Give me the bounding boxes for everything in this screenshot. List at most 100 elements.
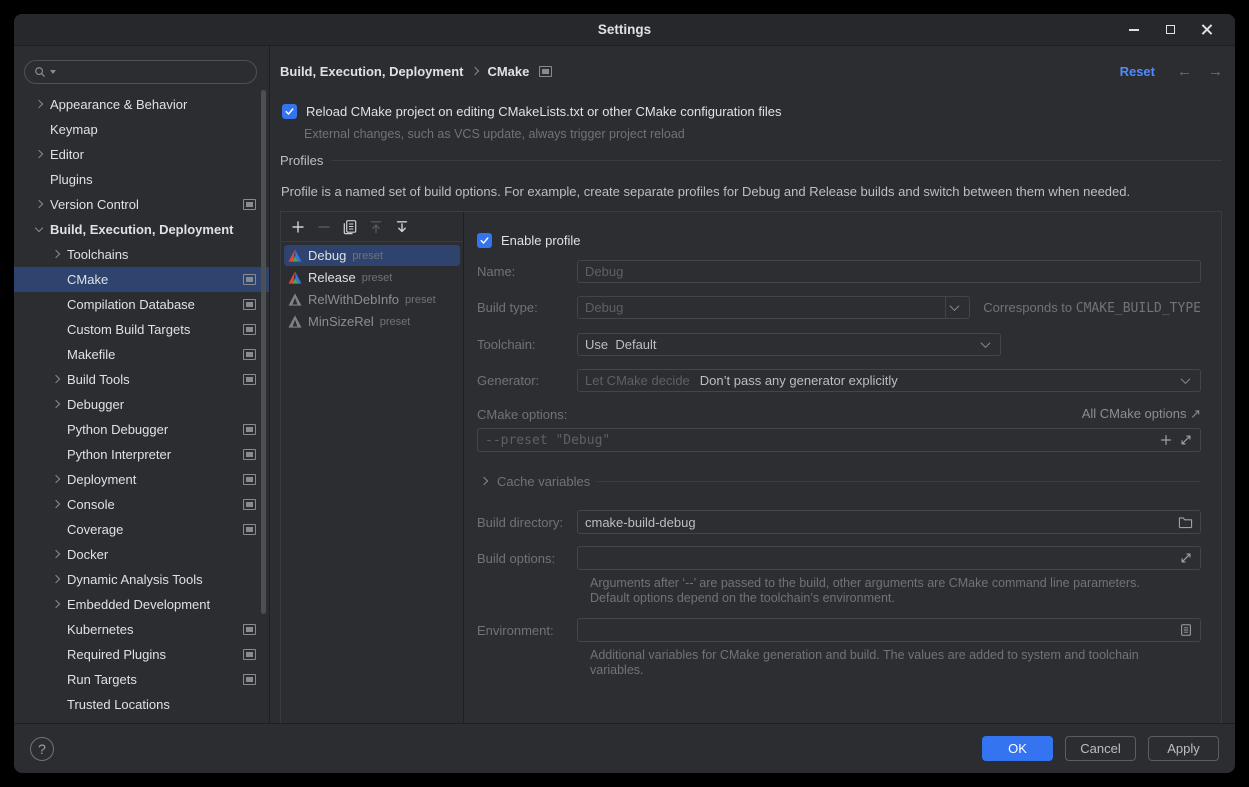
add-icon[interactable]	[287, 216, 309, 238]
sidebar-item-debugger[interactable]: Debugger	[14, 392, 269, 417]
sidebar-item-toolchains[interactable]: Toolchains	[14, 242, 269, 267]
chevron-right-icon[interactable]	[32, 98, 46, 112]
reset-link[interactable]: Reset	[1120, 64, 1155, 79]
close-button[interactable]	[1195, 19, 1217, 41]
sidebar-item-build-execution-deployment[interactable]: Build, Execution, Deployment	[14, 217, 269, 242]
apply-button[interactable]: Apply	[1148, 736, 1219, 761]
chevron-right-icon[interactable]	[32, 198, 46, 212]
search-options-caret-icon[interactable]	[50, 70, 56, 74]
move-down-icon[interactable]	[391, 216, 413, 238]
reload-cmake-label: Reload CMake project on editing CMakeLis…	[306, 104, 781, 119]
remove-icon[interactable]	[313, 216, 335, 238]
reload-cmake-checkbox-row[interactable]: Reload CMake project on editing CMakeLis…	[282, 104, 781, 119]
sidebar-item-python-debugger[interactable]: Python Debugger	[14, 417, 269, 442]
sidebar-item-keymap[interactable]: Keymap	[14, 117, 269, 142]
sidebar-item-version-control[interactable]: Version Control	[14, 192, 269, 217]
copy-icon[interactable]	[339, 216, 361, 238]
chevron-right-icon[interactable]	[49, 473, 63, 487]
ok-button[interactable]: OK	[982, 736, 1053, 761]
generator-select[interactable]: Let CMake decide Don’t pass any generato…	[577, 369, 1201, 392]
breadcrumb-item-cmake[interactable]: CMake	[487, 64, 529, 79]
profile-item-release[interactable]: Releasepreset	[284, 267, 460, 288]
minimize-button[interactable]	[1123, 19, 1145, 41]
sidebar-item-label: Toolchains	[67, 247, 128, 262]
enable-profile-row[interactable]: Enable profile	[477, 233, 581, 248]
sidebar-item-embedded-development[interactable]: Embedded Development	[14, 592, 269, 617]
toolchain-select[interactable]: Use Default	[577, 333, 1001, 356]
chevron-right-icon[interactable]	[32, 148, 46, 162]
chevron-right-icon[interactable]	[477, 475, 491, 489]
settings-target-icon	[243, 374, 256, 385]
chevron-down-icon[interactable]	[1177, 377, 1193, 384]
chevron-right-icon[interactable]	[49, 573, 63, 587]
cancel-button[interactable]: Cancel	[1065, 736, 1136, 761]
sidebar-item-python-interpreter[interactable]: Python Interpreter	[14, 442, 269, 467]
chevron-down-icon[interactable]	[977, 341, 993, 348]
sidebar-item-required-plugins[interactable]: Required Plugins	[14, 642, 269, 667]
forward-arrow-icon[interactable]: →	[1208, 63, 1223, 80]
add-option-icon[interactable]	[1159, 433, 1173, 447]
sidebar-item-trusted-locations[interactable]: Trusted Locations	[14, 692, 269, 717]
maximize-button[interactable]	[1159, 19, 1181, 41]
sidebar-item-appearance-behavior[interactable]: Appearance & Behavior	[14, 92, 269, 117]
chevron-right-icon	[49, 698, 63, 712]
chevron-right-icon	[32, 173, 46, 187]
profile-item-relwithdebinfo[interactable]: RelWithDebInfopreset	[284, 289, 460, 310]
chevron-down-icon[interactable]	[32, 223, 46, 237]
expand-icon[interactable]	[1179, 433, 1193, 447]
cache-variables-row[interactable]: Cache variables	[477, 474, 1201, 489]
checkbox-checked-icon[interactable]	[282, 104, 297, 119]
sidebar-item-custom-build-targets[interactable]: Custom Build Targets	[14, 317, 269, 342]
chevron-right-icon[interactable]	[49, 548, 63, 562]
sidebar-item-run-targets[interactable]: Run Targets	[14, 667, 269, 692]
profile-item-minsizerel[interactable]: MinSizeRelpreset	[284, 311, 460, 332]
generator-label: Generator:	[477, 373, 577, 388]
settings-target-icon	[243, 649, 256, 660]
sidebar-item-label: Console	[67, 497, 115, 512]
sidebar-item-coverage[interactable]: Coverage	[14, 517, 269, 542]
sidebar-item-label: Deployment	[67, 472, 136, 487]
sidebar-item-editor[interactable]: Editor	[14, 142, 269, 167]
chevron-right-icon[interactable]	[49, 598, 63, 612]
name-field[interactable]: Debug	[577, 260, 1201, 283]
sidebar-item-dynamic-analysis-tools[interactable]: Dynamic Analysis Tools	[14, 567, 269, 592]
sidebar-item-compilation-database[interactable]: Compilation Database	[14, 292, 269, 317]
sidebar-item-docker[interactable]: Docker	[14, 542, 269, 567]
expand-icon[interactable]	[1179, 551, 1193, 565]
sidebar-item-label: Keymap	[50, 122, 98, 137]
back-arrow-icon[interactable]: ←	[1177, 63, 1192, 80]
chevron-right-icon[interactable]	[49, 498, 63, 512]
search-input[interactable]	[58, 65, 248, 80]
help-icon[interactable]: ?	[30, 737, 54, 761]
all-cmake-options-link[interactable]: All CMake options ↗	[1082, 406, 1201, 422]
cmake-options-field[interactable]: --preset "Debug"	[477, 428, 1201, 452]
checkbox-checked-icon[interactable]	[477, 233, 492, 248]
sidebar-scrollbar[interactable]	[261, 90, 266, 614]
breadcrumb-separator-icon	[471, 65, 479, 77]
folder-icon[interactable]	[1178, 515, 1193, 529]
breadcrumb-item-build-execution-deployment[interactable]: Build, Execution, Deployment	[280, 64, 463, 79]
sidebar-item-deployment[interactable]: Deployment	[14, 467, 269, 492]
chevron-right-icon[interactable]	[49, 398, 63, 412]
build-directory-field[interactable]: cmake-build-debug	[577, 510, 1201, 534]
sidebar-item-plugins[interactable]: Plugins	[14, 167, 269, 192]
cmake-logo-icon	[288, 249, 302, 262]
chevron-right-icon[interactable]	[49, 248, 63, 262]
build-options-field[interactable]	[577, 546, 1201, 570]
sidebar-item-build-tools[interactable]: Build Tools	[14, 367, 269, 392]
sidebar-item-label: Appearance & Behavior	[50, 97, 187, 112]
build-type-select[interactable]: Debug	[577, 296, 970, 319]
environment-field[interactable]	[577, 618, 1201, 642]
sidebar-item-kubernetes[interactable]: Kubernetes	[14, 617, 269, 642]
chevron-down-icon[interactable]	[946, 304, 962, 311]
move-up-icon[interactable]	[365, 216, 387, 238]
settings-search-box[interactable]	[24, 60, 257, 84]
profile-item-debug[interactable]: Debugpreset	[284, 245, 460, 266]
external-link-arrow-icon: ↗	[1190, 406, 1201, 421]
sidebar-item-makefile[interactable]: Makefile	[14, 342, 269, 367]
sidebar-item-cmake[interactable]: CMake	[14, 267, 269, 292]
dialog-footer: ? OK Cancel Apply	[14, 723, 1235, 773]
sidebar-item-console[interactable]: Console	[14, 492, 269, 517]
variables-list-icon[interactable]	[1179, 623, 1193, 637]
chevron-right-icon[interactable]	[49, 373, 63, 387]
